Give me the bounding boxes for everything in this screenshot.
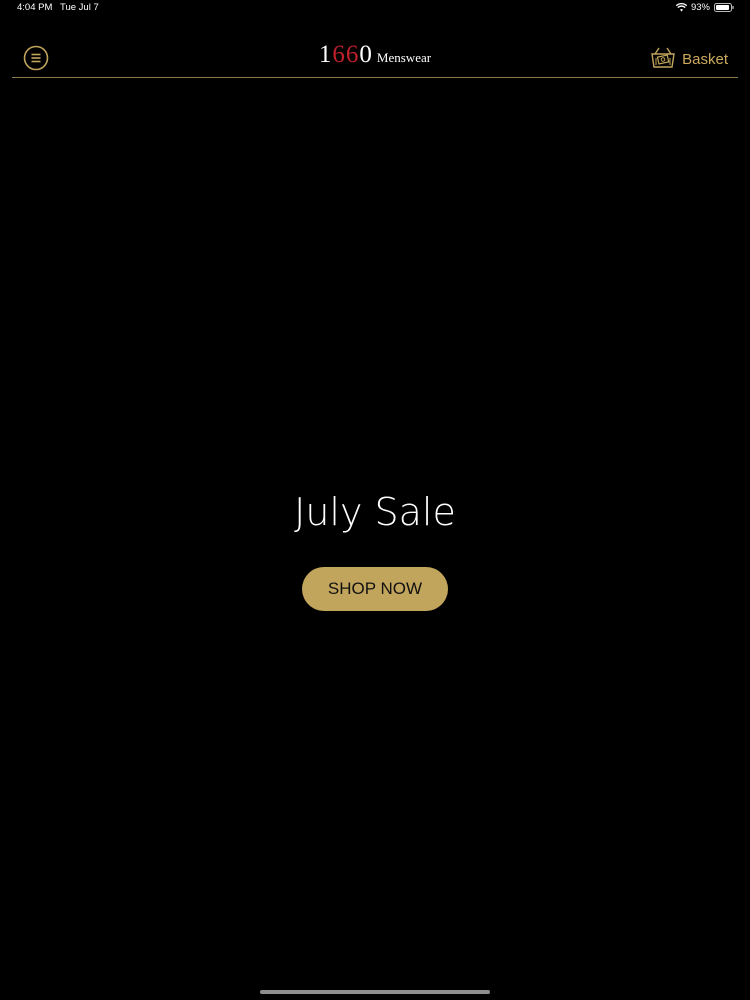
home-indicator[interactable]	[260, 990, 490, 994]
battery-percent: 93%	[690, 2, 710, 13]
status-time: 4:04 PM	[17, 2, 53, 13]
brand-logo[interactable]: 1660 Menswear	[12, 41, 738, 69]
logo-digit-2: 6	[332, 41, 346, 68]
wifi-icon	[675, 3, 687, 12]
status-date: Tue Jul 7	[60, 2, 99, 13]
logo-digit-4: 0	[359, 41, 373, 68]
basket-label: Basket	[682, 51, 728, 68]
status-bar: 4:04 PM Tue Jul 7 93%	[0, 0, 750, 16]
logo-number: 1660	[319, 41, 373, 68]
hero-title: July Sale	[294, 490, 456, 534]
battery-icon	[714, 3, 734, 12]
basket-icon	[649, 45, 677, 74]
basket-button[interactable]: Basket	[649, 45, 728, 74]
logo-digit-1: 1	[318, 41, 333, 68]
app-header: 1660 Menswear Basket	[12, 37, 738, 78]
logo-word: Menswear	[376, 50, 432, 65]
shop-now-button[interactable]: SHOP NOW	[302, 567, 448, 611]
logo-digit-3: 6	[345, 41, 360, 68]
status-right: 93%	[675, 2, 734, 13]
